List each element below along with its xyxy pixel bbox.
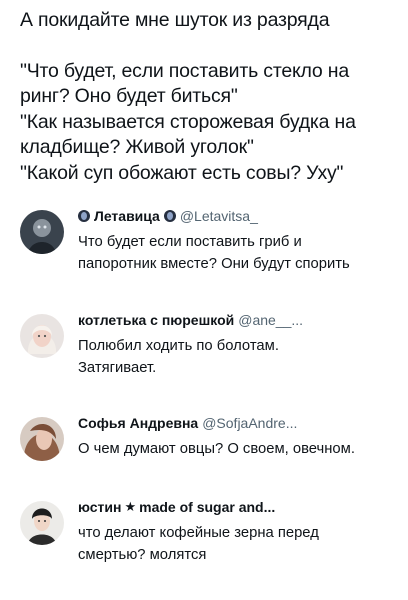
reply-text: О чем думают овцы? О своем, овечном. (78, 439, 404, 461)
post-line: "Какой суп обожают есть совы? Уху" (20, 161, 344, 184)
reply-text-line: папоротник вместе? Они будут спорить (78, 255, 350, 272)
reply-text: что делают кофейные зерна перед смертью?… (78, 523, 404, 566)
reply-author-handle[interactable]: @ane__... (238, 310, 303, 330)
reply-text-line: О чем думают овцы? О своем, овечном. (78, 441, 355, 457)
verified-badge-icon (163, 210, 176, 222)
blonde-girl-avatar-icon (20, 314, 64, 358)
dark-figure-avatar-icon (20, 210, 64, 254)
reply-author-name-prefix[interactable]: юстин (78, 497, 121, 517)
reply-text-line: что делают кофейные зерна перед (78, 525, 319, 541)
reply-author-name-suffix[interactable]: made of sugar and... (139, 497, 275, 517)
reply-author-name[interactable]: Софья Андревна (78, 413, 198, 433)
reply-text-line: Что будет если поставить гриб и (78, 234, 302, 250)
brown-hair-avatar-icon (20, 417, 64, 461)
main-post-text: А покидайте мне шуток из разряда "Что бу… (20, 8, 400, 186)
avatar[interactable] (20, 314, 64, 358)
post-line: "Что будет, если поставить стекло на (20, 59, 350, 82)
post-line: "Как называется сторожевая будка на (20, 110, 356, 133)
girl-bangs-avatar-icon (20, 501, 64, 545)
reply-text-line: Затягивает. (78, 359, 157, 376)
post-line: ринг? Оно будет биться" (20, 85, 238, 107)
post-line: кладбище? Живой уголок" (20, 136, 254, 158)
star-icon: ★ (124, 499, 137, 514)
avatar[interactable] (20, 210, 64, 254)
reply-text-line: смертью? молятся (78, 546, 207, 563)
reply-text: Полюбил ходить по болотам. Затягивает. (78, 336, 404, 379)
reply-author-name[interactable]: котлетька с пюрешкой (78, 310, 234, 330)
reply-text: Что будет если поставить гриб и папоротн… (78, 232, 404, 275)
reply-text-line: Полюбил ходить по болотам. (78, 338, 279, 354)
reply-author-handle[interactable]: @Letavitsa_ (180, 206, 258, 226)
post-line: А покидайте мне шуток из разряда (20, 9, 330, 31)
reply-author-name[interactable]: Летавица (94, 206, 160, 226)
verified-badge-icon (78, 210, 90, 222)
avatar[interactable] (20, 501, 64, 545)
avatar[interactable] (20, 417, 64, 461)
reply-author-handle[interactable]: @SofjaAndre... (202, 413, 297, 433)
